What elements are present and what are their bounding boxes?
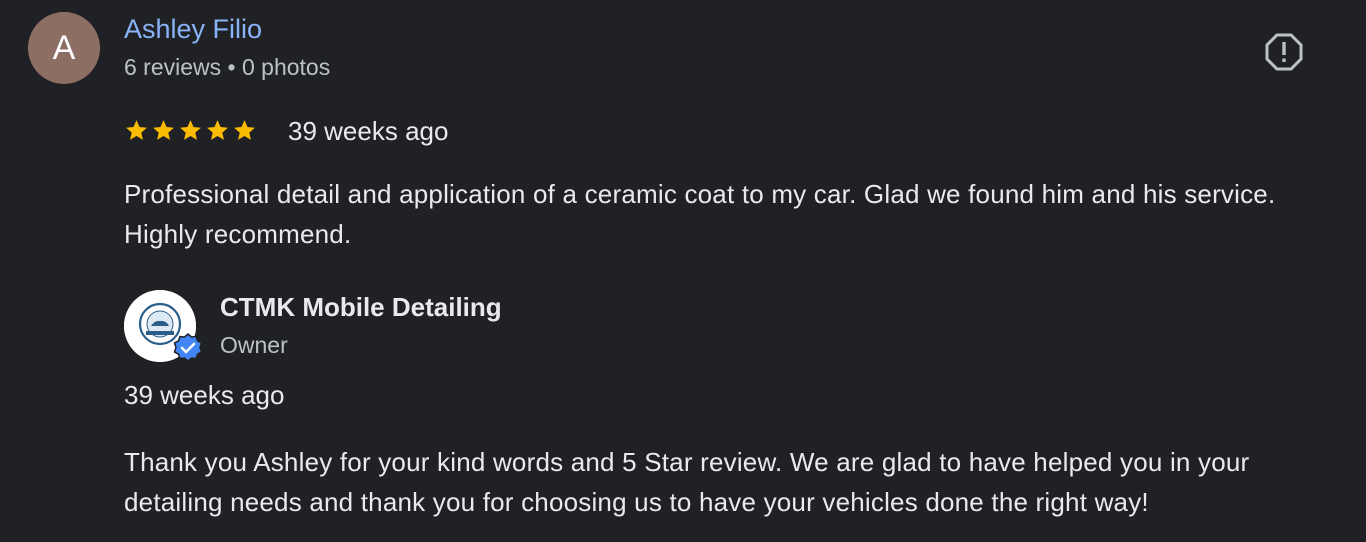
owner-name: CTMK Mobile Detailing [220, 292, 502, 322]
review-card: A Ashley Filio 6 reviews • 0 photos 39 w… [0, 0, 1366, 542]
verified-check-icon [173, 333, 203, 362]
star-icon [153, 120, 174, 140]
reviewer-name-link[interactable]: Ashley Filio [124, 14, 262, 45]
star-rating [124, 118, 257, 143]
avatar-initial: A [52, 28, 76, 67]
owner-role: Owner [220, 332, 288, 358]
reviewer-stats: 6 reviews • 0 photos [124, 54, 331, 80]
reply-time: 39 weeks ago [124, 380, 285, 410]
star-icon [234, 120, 255, 140]
review-time: 39 weeks ago [288, 116, 449, 146]
star-icon [207, 120, 228, 140]
star-icon [126, 120, 147, 140]
review-text: Professional detail and application of a… [124, 179, 1276, 249]
reply-text: Thank you Ashley for your kind words and… [124, 447, 1250, 517]
report-flag-icon[interactable] [1264, 32, 1304, 72]
reviewer-avatar[interactable]: A [28, 12, 100, 84]
star-icon [180, 120, 201, 140]
